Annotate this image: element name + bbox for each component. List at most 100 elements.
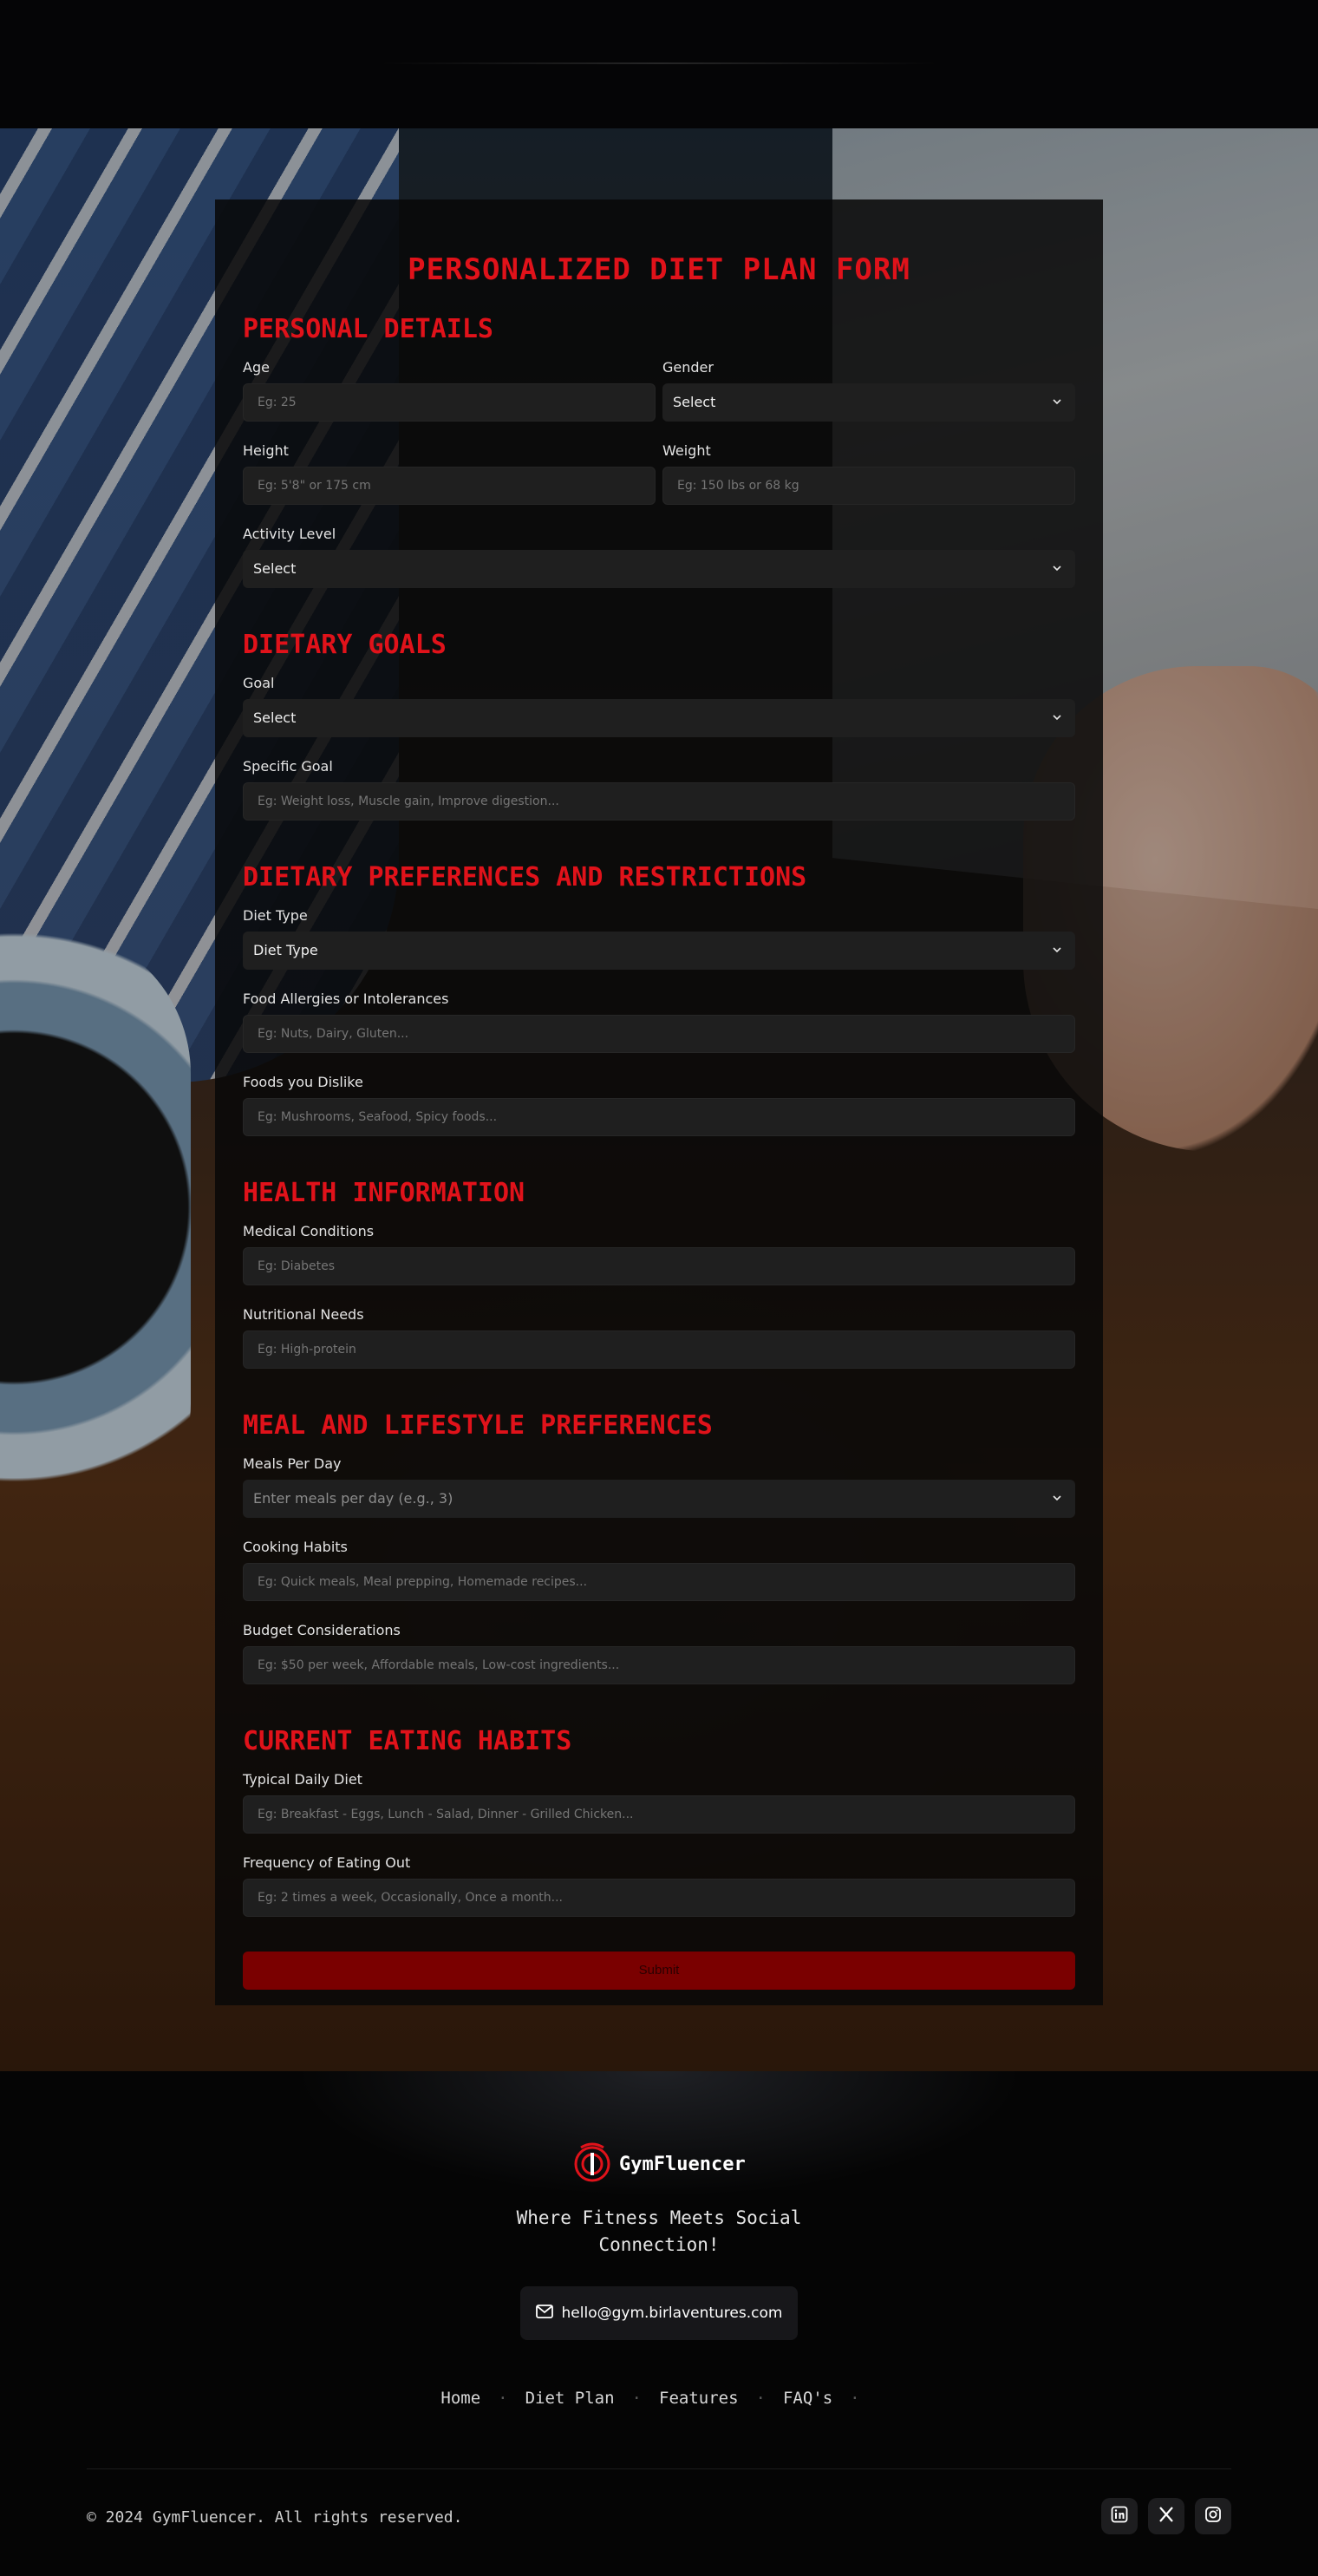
- site-footer: GymFluencer Where Fitness Meets Social C…: [0, 2071, 1318, 2576]
- mail-icon: [535, 2304, 553, 2323]
- top-bar: [0, 0, 1318, 128]
- brand-name: GymFluencer: [619, 2153, 746, 2175]
- cooking-habits-input[interactable]: [243, 1563, 1075, 1601]
- submit-button[interactable]: Submit: [243, 1952, 1075, 1990]
- activity-level-select[interactable]: Select: [243, 550, 1075, 588]
- chevron-down-icon: [1053, 713, 1061, 722]
- field-cooking-habits: Cooking Habits: [243, 1537, 1075, 1601]
- field-height: Height: [243, 441, 656, 505]
- footer-divider: [87, 2468, 1231, 2469]
- field-goal: Goal Select: [243, 673, 1075, 737]
- nav-features[interactable]: Features: [659, 2389, 739, 2408]
- nutritional-needs-label: Nutritional Needs: [243, 1306, 364, 1323]
- section-current-eating-habits: CURRENT EATING HABITS Typical Daily Diet…: [243, 1724, 1075, 1917]
- gender-label: Gender: [662, 359, 714, 376]
- diet-type-select[interactable]: Diet Type: [243, 932, 1075, 970]
- section-title: CURRENT EATING HABITS: [243, 1726, 572, 1756]
- activity-level-label: Activity Level: [243, 526, 336, 542]
- form-title: PERSONALIZED DIET PLAN FORM: [408, 252, 910, 287]
- typical-daily-diet-input[interactable]: [243, 1795, 1075, 1834]
- linkedin-link[interactable]: [1101, 2498, 1138, 2534]
- field-specific-goal: Specific Goal: [243, 756, 1075, 821]
- section-title: PERSONAL DETAILS: [243, 314, 493, 344]
- linkedin-icon: [1111, 2506, 1128, 2527]
- nav-separator: ·: [498, 2389, 508, 2408]
- section-meal-lifestyle: MEAL AND LIFESTYLE PREFERENCES Meals Per…: [243, 1409, 1075, 1684]
- meals-per-day-value: Enter meals per day (e.g., 3): [253, 1490, 453, 1507]
- medical-conditions-input[interactable]: [243, 1247, 1075, 1285]
- typical-daily-diet-label: Typical Daily Diet: [243, 1771, 362, 1788]
- section-personal-details: PERSONAL DETAILS Age Gender Select Heigh…: [243, 312, 1075, 588]
- email-contact-button[interactable]: hello@gym.birlaventures.com: [520, 2286, 798, 2340]
- nav-separator: ·: [850, 2389, 860, 2408]
- footer-nav: Home · Diet Plan · Features · FAQ's ·: [0, 2389, 1318, 2408]
- field-age: Age: [243, 357, 656, 422]
- age-input[interactable]: [243, 383, 656, 422]
- section-dietary-preferences: DIETARY PREFERENCES AND RESTRICTIONS Die…: [243, 860, 1075, 1136]
- meals-per-day-select[interactable]: Enter meals per day (e.g., 3): [243, 1480, 1075, 1518]
- footer-tagline: Where Fitness Meets Social Connection!: [516, 2207, 802, 2255]
- meals-per-day-label: Meals Per Day: [243, 1455, 342, 1472]
- diet-type-label: Diet Type: [243, 907, 308, 924]
- field-budget: Budget Considerations: [243, 1620, 1075, 1684]
- instagram-icon: [1204, 2506, 1222, 2527]
- height-label: Height: [243, 442, 289, 459]
- gender-select-value: Select: [673, 394, 716, 410]
- section-health-information: HEALTH INFORMATION Medical Conditions Nu…: [243, 1176, 1075, 1369]
- dislikes-input[interactable]: [243, 1098, 1075, 1136]
- chevron-down-icon: [1053, 564, 1061, 572]
- diet-type-value: Diet Type: [253, 942, 318, 958]
- specific-goal-label: Specific Goal: [243, 758, 333, 775]
- nav-faqs[interactable]: FAQ's: [783, 2389, 832, 2408]
- gymfluencer-logo-icon: [572, 2141, 612, 2187]
- budget-label: Budget Considerations: [243, 1622, 401, 1638]
- weight-label: Weight: [662, 442, 711, 459]
- social-links: [1101, 2498, 1231, 2534]
- nav-diet-plan[interactable]: Diet Plan: [525, 2389, 615, 2408]
- goal-label: Goal: [243, 675, 275, 691]
- diet-plan-form: PERSONALIZED DIET PLAN FORM PERSONAL DET…: [215, 199, 1103, 2005]
- email-text: hello@gym.birlaventures.com: [561, 2305, 783, 2322]
- field-dislikes: Foods you Dislike: [243, 1072, 1075, 1136]
- section-dietary-goals: DIETARY GOALS Goal Select Specific Goal: [243, 628, 1075, 821]
- section-title: MEAL AND LIFESTYLE PREFERENCES: [243, 1410, 713, 1441]
- field-medical-conditions: Medical Conditions: [243, 1221, 1075, 1285]
- age-label: Age: [243, 359, 270, 376]
- field-diet-type: Diet Type Diet Type: [243, 906, 1075, 970]
- row-height-weight: Height Weight: [243, 441, 1075, 505]
- chevron-down-icon: [1053, 945, 1061, 954]
- field-weight: Weight: [662, 441, 1075, 505]
- weight-input[interactable]: [662, 467, 1075, 505]
- instagram-link[interactable]: [1195, 2498, 1231, 2534]
- top-glow: [382, 62, 936, 64]
- gender-select[interactable]: Select: [662, 383, 1075, 422]
- goal-select[interactable]: Select: [243, 699, 1075, 737]
- chevron-down-icon: [1053, 397, 1061, 406]
- x-link[interactable]: [1148, 2498, 1184, 2534]
- height-input[interactable]: [243, 467, 656, 505]
- allergies-input[interactable]: [243, 1015, 1075, 1053]
- row-age-gender: Age Gender Select: [243, 357, 1075, 422]
- nav-home[interactable]: Home: [440, 2389, 480, 2408]
- field-typical-daily-diet: Typical Daily Diet: [243, 1769, 1075, 1834]
- footer-brand[interactable]: GymFluencer: [572, 2142, 746, 2186]
- activity-level-value: Select: [253, 560, 297, 577]
- nav-separator: ·: [631, 2389, 642, 2408]
- dislikes-label: Foods you Dislike: [243, 1074, 363, 1090]
- specific-goal-input[interactable]: [243, 782, 1075, 821]
- eating-out-label: Frequency of Eating Out: [243, 1854, 411, 1871]
- nav-separator: ·: [755, 2389, 766, 2408]
- medical-conditions-label: Medical Conditions: [243, 1223, 375, 1239]
- nutritional-needs-input[interactable]: [243, 1330, 1075, 1369]
- goal-select-value: Select: [253, 709, 297, 726]
- eating-out-input[interactable]: [243, 1879, 1075, 1917]
- field-eating-out: Frequency of Eating Out: [243, 1853, 1075, 1917]
- field-activity-level: Activity Level Select: [243, 524, 1075, 588]
- section-title: HEALTH INFORMATION: [243, 1178, 525, 1208]
- budget-input[interactable]: [243, 1646, 1075, 1684]
- field-allergies: Food Allergies or Intolerances: [243, 989, 1075, 1053]
- section-title: DIETARY GOALS: [243, 630, 447, 660]
- cooking-habits-label: Cooking Habits: [243, 1539, 348, 1555]
- field-gender: Gender Select: [662, 357, 1075, 422]
- section-title: DIETARY PREFERENCES AND RESTRICTIONS: [243, 862, 807, 892]
